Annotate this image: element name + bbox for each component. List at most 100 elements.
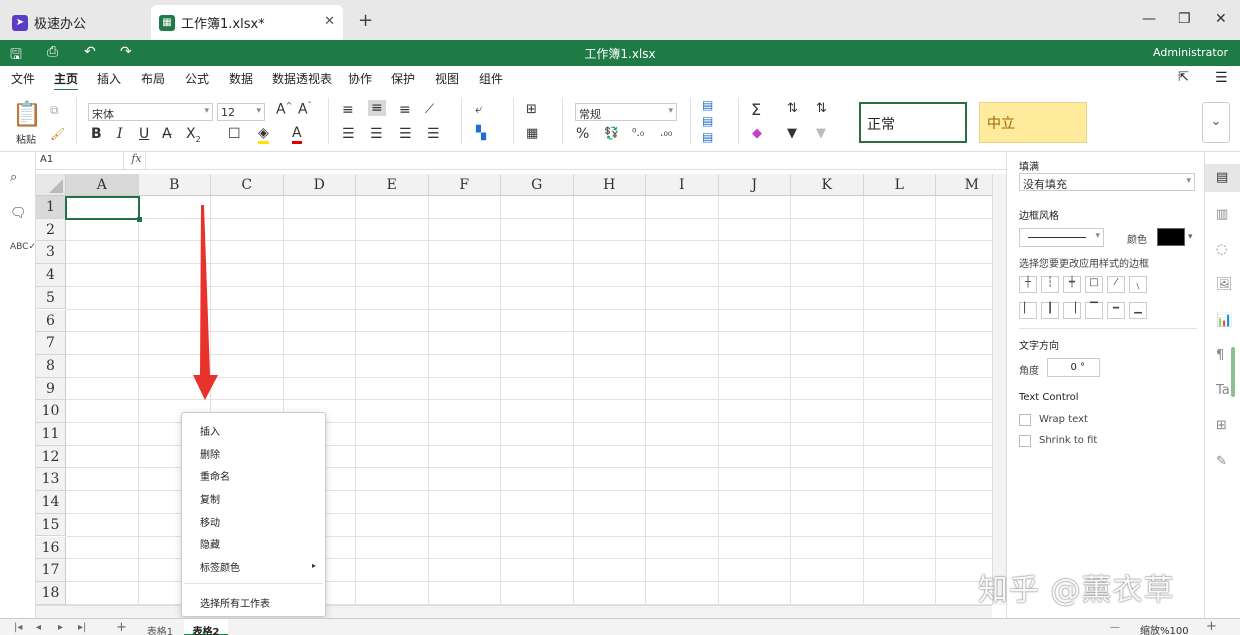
select-all-corner[interactable] <box>36 174 66 196</box>
italic-icon[interactable]: I <box>117 126 123 142</box>
column-header[interactable]: D <box>283 174 356 196</box>
sheet-tab-2[interactable]: 表格2 <box>184 619 228 635</box>
pivot-icon[interactable]: ⊞ <box>1216 418 1227 433</box>
paragraph-settings-icon[interactable]: ▥ <box>1216 207 1228 222</box>
new-tab-button[interactable]: + <box>358 10 373 31</box>
chevron-down-icon[interactable]: ⌄ <box>1202 102 1230 143</box>
left-border-icon[interactable]: ▏ <box>1019 302 1037 319</box>
zoom-in-button[interactable]: + <box>1206 619 1217 634</box>
clear-filter-icon[interactable]: ▼ <box>816 126 826 141</box>
format-painter-icon[interactable]: 🖌 <box>50 127 65 141</box>
image-icon[interactable]: 🖼 <box>1216 277 1233 292</box>
autosum-icon[interactable]: Σ <box>751 100 761 119</box>
column-header[interactable]: B <box>138 174 211 196</box>
vertical-scrollbar[interactable] <box>992 174 1006 605</box>
cell-style-neutral[interactable]: 中立 <box>979 102 1087 143</box>
align-right-icon[interactable]: ☰ <box>399 126 412 142</box>
outer-border-icon[interactable]: □ <box>1085 276 1103 293</box>
inner-cross-icon[interactable]: ┿ <box>1063 276 1081 293</box>
justify-icon[interactable]: ☰ <box>427 126 440 142</box>
restore-button[interactable]: ❐ <box>1178 11 1191 27</box>
strikethrough-icon[interactable]: A̶ <box>162 126 172 142</box>
align-top-icon[interactable]: ≡ <box>342 102 354 118</box>
menu-item-delete[interactable]: 删除 <box>200 446 220 461</box>
menu-item-move[interactable]: 移动 <box>200 514 220 529</box>
column-header[interactable]: K <box>791 174 864 196</box>
row-header[interactable]: 11 <box>36 423 66 446</box>
bold-icon[interactable]: B <box>91 126 102 142</box>
sort-descending-icon[interactable]: ⇅ <box>816 101 827 116</box>
sort-ascending-icon[interactable]: ⇅ <box>787 101 798 116</box>
column-header[interactable]: F <box>428 174 501 196</box>
row-header[interactable]: 4 <box>36 264 66 287</box>
menu-insert[interactable]: 插入 <box>97 70 121 87</box>
row-header[interactable]: 17 <box>36 559 66 582</box>
row-header[interactable]: 2 <box>36 218 66 242</box>
row-header[interactable]: 14 <box>36 491 66 514</box>
hamburger-menu-icon[interactable]: ☰ <box>1215 70 1228 86</box>
insert-cell-icon[interactable]: ⊞ <box>526 102 537 117</box>
menu-data[interactable]: 数据 <box>229 70 253 87</box>
row-header[interactable]: 15 <box>36 513 66 537</box>
menu-item-tab-color[interactable]: 标签颜色 <box>200 559 240 574</box>
column-header[interactable]: H <box>573 174 646 196</box>
menu-layout[interactable]: 布局 <box>141 70 165 87</box>
fill-color-icon[interactable]: ◈ <box>258 125 269 144</box>
row-header[interactable]: 1 <box>36 196 66 219</box>
column-header[interactable]: M <box>936 174 992 196</box>
name-box[interactable]: A1 <box>36 152 124 170</box>
user-name[interactable]: Administrator <box>1153 46 1228 59</box>
row-header[interactable]: 13 <box>36 468 66 492</box>
copy-icon[interactable]: ⧉ <box>50 103 59 118</box>
center-vertical-border-icon[interactable]: ┃ <box>1041 302 1059 319</box>
prev-sheet-icon[interactable]: ◂ <box>36 622 41 633</box>
angle-input[interactable]: 0 ° <box>1047 358 1100 377</box>
row-header[interactable]: 16 <box>36 536 66 560</box>
add-sheet-button[interactable]: + <box>116 620 127 635</box>
align-center-icon[interactable]: ☰ <box>370 126 383 142</box>
border-color-swatch[interactable] <box>1157 228 1185 246</box>
chart-icon[interactable]: 📊 <box>1216 313 1232 328</box>
diagonal-down-icon[interactable]: ﹨ <box>1129 276 1147 293</box>
underline-icon[interactable]: U <box>139 126 149 142</box>
inner-borders-icon[interactable]: ┆ <box>1041 276 1059 293</box>
menu-protect[interactable]: 保护 <box>391 70 415 87</box>
open-location-icon[interactable]: ⇱ <box>1178 70 1189 85</box>
menu-item-select-all-sheets[interactable]: 选择所有工作表 <box>200 595 270 610</box>
column-header[interactable]: G <box>501 174 574 196</box>
font-color-icon[interactable]: A <box>292 125 302 144</box>
currency-icon[interactable]: 💱 <box>604 126 619 140</box>
menu-file[interactable]: 文件 <box>11 70 35 87</box>
row-format-icon[interactable]: ▤ <box>702 130 713 144</box>
chevron-down-icon[interactable]: ▾ <box>1188 232 1193 242</box>
menu-item-hide[interactable]: 隐藏 <box>200 536 220 551</box>
row-header[interactable]: 6 <box>36 309 66 333</box>
delete-row-icon[interactable]: ▤ <box>702 114 713 128</box>
font-size-select[interactable]: 12 <box>217 103 265 121</box>
insert-row-icon[interactable]: ▤ <box>702 98 713 112</box>
row-header[interactable]: 5 <box>36 286 66 310</box>
menu-home[interactable]: 主页 <box>54 70 79 91</box>
sheet-tab-1[interactable]: 表格1 <box>140 619 180 635</box>
merge-cells-icon[interactable]: ▚ <box>476 126 486 141</box>
row-header[interactable]: 10 <box>36 400 66 423</box>
menu-view[interactable]: 视图 <box>435 70 459 87</box>
row-header[interactable]: 3 <box>36 241 66 265</box>
row-header[interactable]: 7 <box>36 332 66 355</box>
panel-scrollbar[interactable] <box>1231 347 1235 397</box>
wrap-text-icon[interactable]: ⤶ <box>475 102 482 117</box>
function-icon[interactable]: fx <box>128 152 146 170</box>
last-sheet-icon[interactable]: ▸| <box>78 622 86 633</box>
fill-select[interactable]: 没有填充 <box>1019 173 1195 191</box>
column-header[interactable]: C <box>211 174 284 196</box>
column-header[interactable]: L <box>863 174 936 196</box>
menu-item-rename[interactable]: 重命名 <box>200 468 230 483</box>
spreadsheet-grid[interactable]: ABCDEFGHIJKLM 1 2 3 4 5 6 7 8 9 10 11 12 13 14 15 16 17 1… <box>36 174 992 605</box>
percent-icon[interactable]: % <box>576 126 589 142</box>
subscript-icon[interactable]: X2 <box>186 126 201 144</box>
next-sheet-icon[interactable]: ▸ <box>58 622 63 633</box>
wrap-text-checkbox[interactable] <box>1019 414 1031 426</box>
horizontal-scrollbar[interactable] <box>36 605 992 618</box>
zoom-out-button[interactable]: — <box>1110 622 1120 633</box>
increase-font-icon[interactable]: A^ <box>276 101 292 118</box>
